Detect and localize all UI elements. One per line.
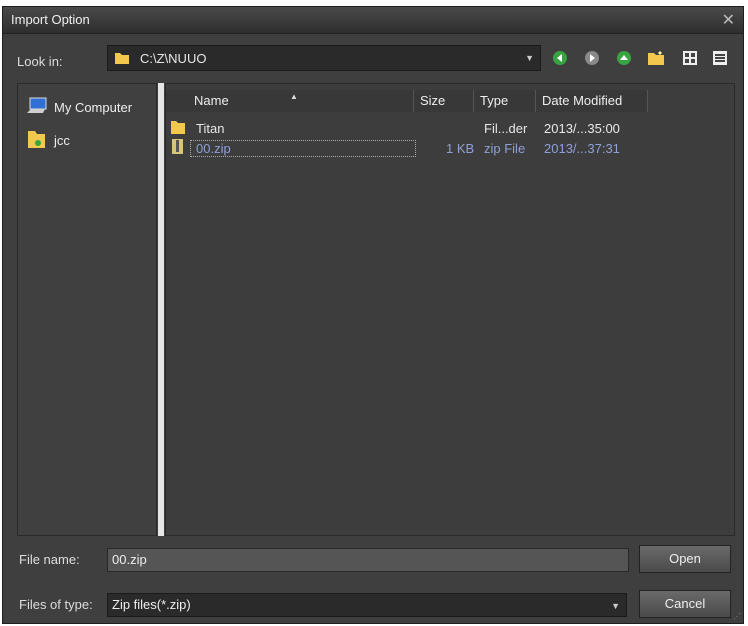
file-list: Name ▲ Size Type Date Modified Titan Fil… xyxy=(165,83,735,536)
import-option-dialog: Import Option ✕ Look in: C:\Z\NUUO ▼ My … xyxy=(2,6,744,624)
file-name-input[interactable]: 00.zip xyxy=(107,548,629,572)
zip-file-icon xyxy=(170,138,186,159)
file-type: Fil...der xyxy=(484,121,528,136)
files-of-type-value: Zip files(*.zip) xyxy=(112,597,191,612)
file-date-modified: 2013/...37:31 xyxy=(544,141,620,156)
file-list-header: Name ▲ Size Type Date Modified xyxy=(166,90,652,112)
file-row-titan[interactable]: Titan Fil...der 2013/...35:00 xyxy=(166,120,652,138)
new-folder-icon[interactable] xyxy=(645,47,667,69)
file-type: zip File xyxy=(484,141,526,156)
sort-ascending-icon: ▲ xyxy=(290,92,298,101)
user-folder-icon xyxy=(26,128,48,153)
forward-icon[interactable] xyxy=(581,47,603,69)
look-in-combo[interactable]: C:\Z\NUUO ▼ xyxy=(107,45,541,71)
file-name: Titan xyxy=(196,121,225,136)
folder-icon xyxy=(170,118,186,139)
look-in-path: C:\Z\NUUO xyxy=(140,51,207,66)
column-header-size[interactable]: Size xyxy=(414,90,474,112)
file-date-modified: 2013/...35:00 xyxy=(544,121,620,136)
files-of-type-select[interactable]: Zip files(*.zip) ▼ xyxy=(107,593,627,617)
places-sidebar: My Computer jcc xyxy=(17,83,157,536)
sidebar-item-jcc[interactable]: jcc xyxy=(26,128,70,153)
cancel-button[interactable]: Cancel xyxy=(639,590,731,618)
folder-icon xyxy=(114,50,130,69)
dialog-title: Import Option xyxy=(11,12,90,27)
back-icon[interactable] xyxy=(549,47,571,69)
sidebar-splitter[interactable] xyxy=(158,83,164,536)
column-header-name[interactable]: Name ▲ xyxy=(166,90,414,112)
column-header-date-modified[interactable]: Date Modified xyxy=(536,90,648,112)
sidebar-item-my-computer[interactable]: My Computer xyxy=(26,96,132,119)
resize-grip-icon[interactable]: ⋰ xyxy=(733,612,741,621)
file-name: 00.zip xyxy=(196,141,231,156)
file-name-label: File name: xyxy=(19,552,80,567)
file-size: 1 KB xyxy=(446,141,475,156)
up-icon[interactable] xyxy=(613,47,635,69)
look-in-label: Look in: xyxy=(17,54,63,69)
detail-view-icon[interactable] xyxy=(709,47,731,69)
chevron-down-icon[interactable]: ▼ xyxy=(525,53,534,63)
files-of-type-label: Files of type: xyxy=(19,597,93,612)
list-view-icon[interactable] xyxy=(679,47,701,69)
close-icon[interactable]: ✕ xyxy=(722,10,735,30)
chevron-down-icon[interactable]: ▼ xyxy=(611,601,620,611)
computer-icon xyxy=(26,96,48,119)
sidebar-item-label: My Computer xyxy=(54,100,133,115)
file-row-00-zip[interactable]: 00.zip 1 KB zip File 2013/...37:31 xyxy=(166,138,652,159)
open-button[interactable]: Open xyxy=(639,545,731,573)
column-header-type[interactable]: Type xyxy=(474,90,536,112)
sidebar-item-label: jcc xyxy=(54,133,70,148)
title-bar[interactable]: Import Option ✕ xyxy=(3,7,743,34)
